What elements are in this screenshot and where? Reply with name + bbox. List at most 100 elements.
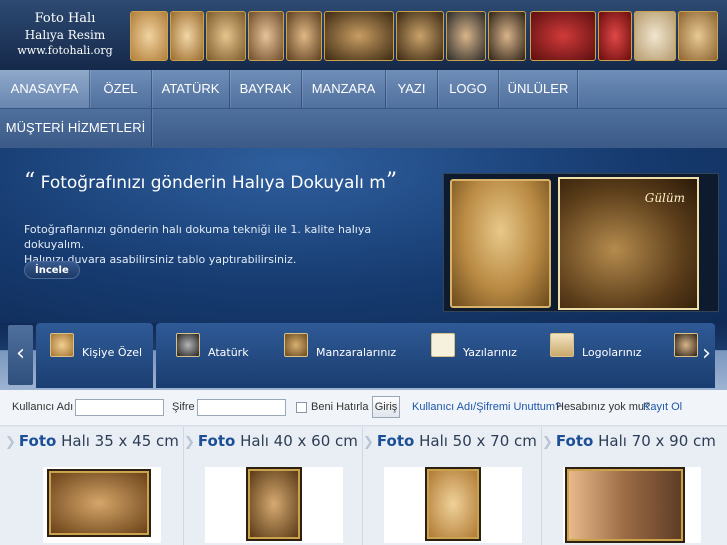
category-strip: Atatürk Manzaralarınız Yazılarınız Logol… [156, 323, 715, 388]
ataturk-icon [176, 333, 200, 357]
header-photo [678, 11, 718, 61]
quote-open: “ [24, 169, 36, 194]
product-grid: ❯ Foto Halı 35 x 45 cm ❯ Foto Halı 40 x 60… [0, 427, 727, 545]
header: Foto Halı Halıya Resim www.fotohali.org [0, 0, 727, 70]
remember-label: Beni Hatırla [311, 401, 369, 413]
product-title-rest: Halı 70 x 90 cm [598, 432, 716, 450]
category-label: Manzaralarınız [316, 346, 397, 359]
hero-title-text: Fotoğrafınızı gönderin Halıya Dokuyalı m [40, 173, 386, 193]
forgot-password-link[interactable]: Kullanıcı Adı/Şifremi Unuttum? [412, 401, 561, 413]
product-title-word1: Foto [376, 432, 415, 450]
logo-url: www.fotohali.org [17, 44, 113, 57]
hero-photo-couple: Gülüm [558, 177, 699, 310]
category-label: Kişiye Özel [82, 346, 143, 359]
kisiye-ozel-icon [50, 333, 74, 357]
product-title[interactable]: ❯ Foto Halı 40 x 60 cm [184, 427, 364, 455]
category-label: Logolarınız [582, 346, 642, 359]
hero-line1: Fotoğraflarınızı gönderin halı dokuma te… [24, 223, 372, 251]
password-label: Şifre [172, 401, 195, 413]
header-photo [634, 11, 676, 61]
product-photo [427, 469, 479, 539]
nav-ozel[interactable]: ÖZEL [90, 70, 152, 108]
hero-description: Fotoğraflarınızı gönderin halı dokuma te… [24, 222, 424, 267]
product-card[interactable]: ❯ Foto Halı 40 x 60 cm [184, 427, 360, 545]
category-label: Yazılarınız [463, 346, 517, 359]
nav-anasayfa[interactable]: ANASAYFA [0, 70, 90, 108]
nav-yazi[interactable]: YAZI [386, 70, 438, 108]
yazi-icon [431, 333, 455, 357]
header-photo [248, 11, 284, 61]
chevron-right-icon: ❯ [363, 435, 374, 450]
no-account-text: Hesabınız yok mu? [556, 401, 651, 413]
product-title-word1: Foto [197, 432, 236, 450]
header-photo [446, 11, 486, 61]
chevron-right-icon: ❯ [5, 435, 16, 450]
category-kisiye-ozel[interactable]: Kişiye Özel [36, 323, 153, 388]
quote-close: ” [385, 169, 398, 194]
header-photo [170, 11, 204, 61]
header-photo [206, 11, 246, 61]
category-ataturk[interactable]: Atatürk [176, 333, 276, 363]
product-title-rest: Halı 35 x 45 cm [61, 432, 179, 450]
product-title-word1: Foto [18, 432, 57, 450]
header-photo [130, 11, 168, 61]
nav-ataturk[interactable]: ATATÜRK [152, 70, 230, 108]
header-photo [598, 11, 632, 61]
product-image[interactable] [384, 467, 522, 543]
logo-icon [550, 333, 574, 357]
main-nav: ANASAYFA ÖZEL ATATÜRK BAYRAK MANZARA YAZ… [0, 70, 727, 148]
hero-image-caption: Gülüm [644, 191, 685, 205]
username-label: Kullanıcı Adı [12, 401, 74, 413]
product-photo [248, 469, 300, 539]
page: Foto Halı Halıya Resim www.fotohali.org … [0, 0, 727, 545]
nav-bayrak[interactable]: BAYRAK [230, 70, 302, 108]
header-photo [286, 11, 322, 61]
header-photo [396, 11, 444, 61]
category-label: Atatürk [208, 346, 249, 359]
product-title-rest: Halı 50 x 70 cm [419, 432, 537, 450]
carousel-prev-button[interactable]: ‹ [8, 325, 33, 385]
product-image[interactable] [205, 467, 343, 543]
incele-button[interactable]: İncele [24, 261, 80, 279]
product-image[interactable] [563, 467, 701, 543]
product-card[interactable]: ❯ Foto Halı 50 x 70 cm [363, 427, 539, 545]
product-card[interactable]: ❯ Foto Halı 35 x 45 cm [5, 427, 181, 545]
product-card[interactable]: ❯ Foto Halı 70 x 90 cm [542, 427, 718, 545]
password-input[interactable] [197, 399, 286, 416]
product-title-rest: Halı 40 x 60 cm [240, 432, 358, 450]
product-image[interactable] [43, 467, 161, 543]
register-link[interactable]: Kayıt Ol [643, 401, 682, 413]
product-photo [567, 469, 683, 541]
site-logo[interactable]: Foto Halı Halıya Resim www.fotohali.org [0, 0, 130, 70]
chevron-right-icon: ❯ [542, 435, 553, 450]
header-photo [530, 11, 596, 61]
nav-musteri-hizmetleri[interactable]: MÜŞTERİ HİZMETLERİ [0, 109, 152, 147]
login-bar: Kullanıcı Adı Şifre Beni Hatırla Giriş K… [0, 390, 727, 426]
category-logo[interactable]: Logolarınız [550, 333, 650, 363]
product-title[interactable]: ❯ Foto Halı 70 x 90 cm [542, 427, 722, 455]
hero-banner: “ Fotoğrafınızı gönderin Halıya Dokuyalı… [0, 148, 727, 323]
product-photo [49, 471, 149, 535]
logo-line2: Halıya Resim [24, 28, 106, 42]
carousel-next-button[interactable]: › [694, 325, 719, 385]
chevron-right-icon: ❯ [184, 435, 195, 450]
manzara-icon [284, 333, 308, 357]
product-title[interactable]: ❯ Foto Halı 50 x 70 cm [363, 427, 543, 455]
nav-logo[interactable]: LOGO [438, 70, 499, 108]
hero-line2: Halınızı duvara asabilirsiniz tablo yapt… [24, 253, 297, 266]
category-manzara[interactable]: Manzaralarınız [284, 333, 404, 363]
header-photo [324, 11, 394, 61]
login-button[interactable]: Giriş [372, 396, 400, 418]
username-input[interactable] [75, 399, 164, 416]
product-title[interactable]: ❯ Foto Halı 35 x 45 cm [5, 427, 185, 455]
hero-title: “ Fotoğrafınızı gönderin Halıya Dokuyalı… [24, 169, 424, 194]
nav-manzara[interactable]: MANZARA [302, 70, 386, 108]
remember-checkbox[interactable] [296, 402, 307, 413]
category-yazi[interactable]: Yazılarınız [431, 333, 531, 363]
nav-unluler[interactable]: ÜNLÜLER [499, 70, 578, 108]
hero-photo-woman [450, 179, 551, 308]
header-photo [488, 11, 526, 61]
logo-line1: Foto Halı [34, 11, 96, 26]
hero-image[interactable]: Gülüm [443, 173, 719, 312]
category-carousel: ‹ Kişiye Özel Atatürk Manzaralarınız Yaz… [0, 323, 727, 390]
